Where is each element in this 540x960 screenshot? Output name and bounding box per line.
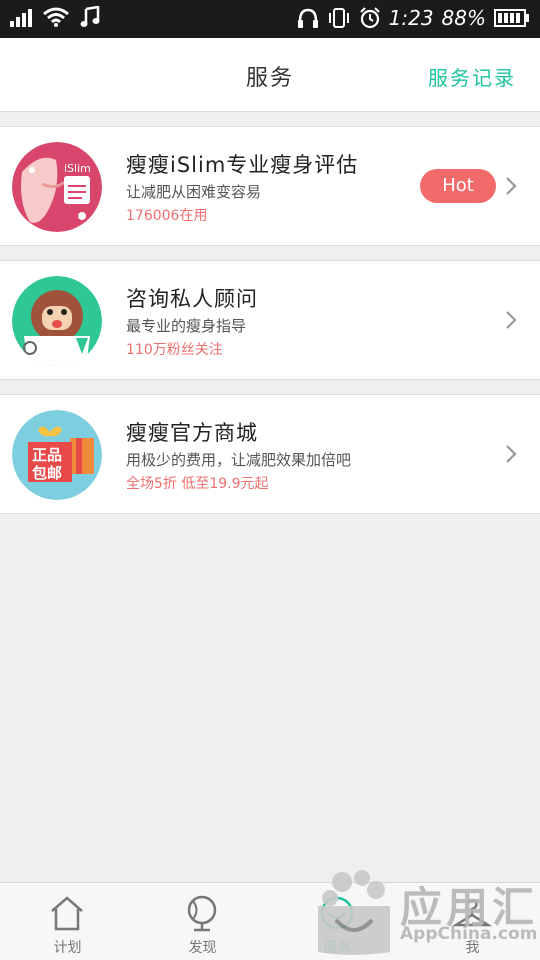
service-title: 咨询私人顾问 — [126, 287, 258, 311]
service-desc: 最专业的瘦身指导 — [126, 317, 247, 335]
islim-avatar-text: iSlim — [64, 162, 91, 175]
service-card-islim[interactable]: iSlim 瘦瘦iSlim专业瘦身评估 让减肥从困难变容易 176006在用 H… — [0, 126, 540, 246]
tab-plan[interactable]: 计划 — [0, 883, 135, 960]
mall-avatar-text-1: 正品 — [32, 446, 62, 464]
mall-avatar: 正品 包邮 — [12, 410, 102, 500]
service-desc: 让减肥从困难变容易 — [126, 183, 262, 201]
wifi-icon — [43, 7, 69, 27]
globe-icon — [187, 895, 217, 932]
hot-badge: Hot — [420, 169, 496, 203]
chevron-right-icon — [506, 177, 517, 195]
vibrate-icon — [328, 8, 349, 28]
status-right: 1:23 88% — [297, 6, 530, 30]
music-note-icon — [80, 6, 100, 27]
chevron-right-icon — [506, 445, 517, 463]
service-card-mall[interactable]: 正品 包邮 瘦瘦官方商城 用极少的费用，让减肥效果加倍吧 全场5折 低至19.9… — [0, 394, 540, 514]
service-stat: 110万粉丝关注 — [126, 342, 223, 358]
status-time: 1:23 — [388, 6, 434, 30]
service-title: 瘦瘦iSlim专业瘦身评估 — [126, 153, 359, 177]
tab-discover-label: 发现 — [188, 940, 217, 956]
status-left — [10, 6, 100, 28]
service-stat: 176006在用 — [126, 208, 208, 224]
islim-avatar: iSlim — [12, 142, 102, 232]
chevron-right-icon — [506, 311, 517, 329]
service-title: 瘦瘦官方商城 — [126, 421, 258, 445]
battery-percent: 88% — [441, 6, 486, 30]
headphones-icon — [297, 8, 318, 28]
tab-discover[interactable]: 发现 — [135, 883, 270, 960]
service-record-link[interactable]: 服务记录 — [428, 62, 516, 91]
signal-icon — [10, 7, 32, 27]
service-desc: 用极少的费用，让减肥效果加倍吧 — [126, 451, 352, 469]
alarm-clock-icon — [359, 7, 380, 29]
consultant-avatar — [12, 276, 102, 366]
battery-icon — [494, 9, 529, 27]
service-stat: 全场5折 低至19.9元起 — [126, 476, 269, 492]
appchina-logo — [318, 870, 390, 955]
home-icon — [51, 896, 83, 931]
status-bar: 1:23 88% — [0, 0, 540, 38]
watermark-subtitle: AppChina.com — [400, 924, 538, 944]
mall-avatar-text-2: 包邮 — [32, 464, 62, 482]
appchina-watermark: 应用汇 AppChina.com — [312, 862, 540, 960]
page-header: 服务 服务记录 — [0, 38, 540, 112]
tab-plan-label: 计划 — [53, 940, 82, 956]
service-card-consultant[interactable]: 咨询私人顾问 最专业的瘦身指导 110万粉丝关注 — [0, 260, 540, 380]
